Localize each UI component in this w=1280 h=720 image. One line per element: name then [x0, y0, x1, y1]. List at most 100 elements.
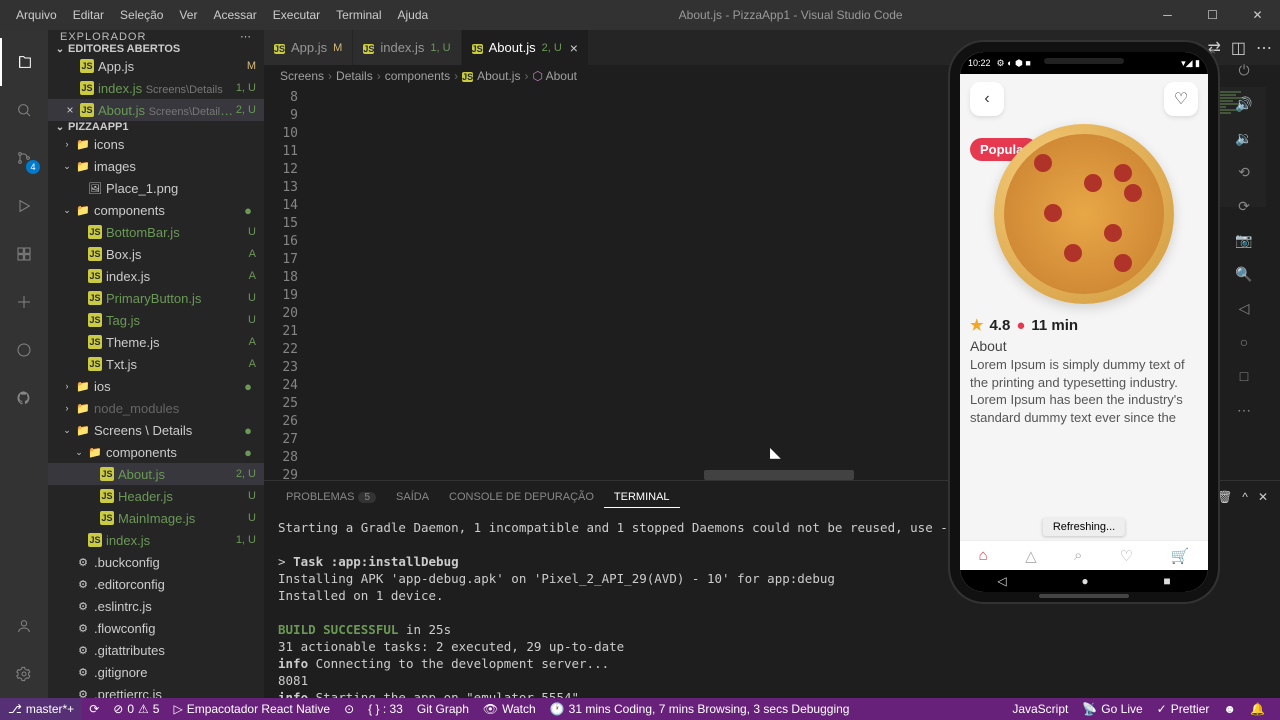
liveshare-icon[interactable] [0, 326, 48, 374]
explorer-icon[interactable] [0, 38, 48, 86]
tab-index.js[interactable]: JSindex.js1, U [353, 30, 461, 65]
rotate-left-icon[interactable]: ⟲ [1234, 162, 1254, 182]
github-icon[interactable] [0, 374, 48, 422]
tab-terminal[interactable]: TERMINAL [604, 487, 680, 508]
tree-item[interactable]: JSMainImage.jsU [48, 507, 264, 529]
language-mode[interactable]: JavaScript [1005, 702, 1075, 716]
favorite-button[interactable]: ♡ [1164, 82, 1198, 116]
target[interactable]: ⊙ [337, 702, 361, 716]
feedback-icon[interactable]: ☻ [1216, 702, 1243, 716]
tree-item[interactable]: ⚙.gitattributes [48, 639, 264, 661]
more-icon[interactable]: ⋯ [1256, 38, 1272, 58]
tree-item[interactable]: JSAbout.js2, U [48, 463, 264, 485]
menu-ajuda[interactable]: Ajuda [390, 8, 437, 22]
tree-item[interactable]: JSHeader.jsU [48, 485, 264, 507]
split-icon[interactable]: ◫ [1231, 38, 1246, 58]
volume-down-icon[interactable]: 🔉 [1234, 128, 1254, 148]
tab-App.js[interactable]: JSApp.jsM [264, 30, 353, 65]
tree-item[interactable]: ›📁icons [48, 133, 264, 155]
menu-editar[interactable]: Editar [65, 8, 112, 22]
nav-heart-icon[interactable]: ♡ [1120, 547, 1133, 565]
go-live[interactable]: 📡 Go Live [1075, 702, 1149, 716]
watch[interactable]: 👁 Watch [476, 702, 543, 716]
tree-item[interactable]: ⚙.editorconfig [48, 573, 264, 595]
nav-search-icon[interactable]: ⌕ [1074, 547, 1082, 564]
tree-item[interactable]: JSBox.jsA [48, 243, 264, 265]
errors-warnings[interactable]: ⊘ 0 ⚠ 5 [106, 702, 166, 716]
tree-item[interactable]: JSTag.jsU [48, 309, 264, 331]
close-panel-icon[interactable]: ✕ [1258, 490, 1268, 504]
tree-item[interactable]: ⌄📁components● [48, 199, 264, 221]
project-section[interactable]: ⌄PIZZAAPP1 [48, 121, 264, 133]
tree-item[interactable]: ⚙.eslintrc.js [48, 595, 264, 617]
bundler-status[interactable]: ▷ Empacotador React Native [166, 702, 337, 716]
back-button[interactable]: ‹ [970, 82, 1004, 116]
tree-item[interactable]: ›📁node_modules [48, 397, 264, 419]
source-control-icon[interactable]: 4 [0, 134, 48, 182]
tree-item[interactable]: JSPrimaryButton.jsU [48, 287, 264, 309]
tree-item[interactable]: ⌄📁Screens \ Details● [48, 419, 264, 441]
android-back[interactable]: ◁ [997, 574, 1006, 588]
tree-item[interactable]: ⚙.gitignore [48, 661, 264, 683]
run-debug-icon[interactable] [0, 182, 48, 230]
horizontal-scrollbar[interactable] [704, 470, 854, 480]
menu-terminal[interactable]: Terminal [328, 8, 389, 22]
tree-item[interactable]: ⚙.prettierrc.js [48, 683, 264, 698]
close-button[interactable]: ✕ [1235, 0, 1280, 30]
remote-icon[interactable] [0, 278, 48, 326]
menu-seleção[interactable]: Seleção [112, 8, 171, 22]
wakatime[interactable]: 🕐 31 mins Coding, 7 mins Browsing, 3 sec… [543, 702, 857, 716]
rotate-right-icon[interactable]: ⟳ [1234, 196, 1254, 216]
volume-up-icon[interactable]: 🔊 [1234, 94, 1254, 114]
tree-item[interactable]: JSindex.js1, U [48, 529, 264, 551]
line-col[interactable]: { } : 33 [361, 702, 410, 716]
android-recent[interactable]: ■ [1163, 574, 1170, 588]
tree-item[interactable]: ⚙.buckconfig [48, 551, 264, 573]
camera-icon[interactable]: 📷 [1234, 230, 1254, 250]
open-editors-section[interactable]: ⌄EDITORES ABERTOS [48, 43, 264, 55]
tab-output[interactable]: SAÍDA [386, 487, 439, 507]
tree-item[interactable]: ⌄📁components● [48, 441, 264, 463]
menu-arquivo[interactable]: Arquivo [8, 8, 65, 22]
nav-home-icon[interactable]: ⌂ [979, 547, 988, 564]
menu-executar[interactable]: Executar [265, 8, 328, 22]
search-icon[interactable] [0, 86, 48, 134]
home-icon[interactable]: ○ [1234, 332, 1254, 352]
tab-About.js[interactable]: JSAbout.js2, U× [462, 30, 589, 65]
bell-icon[interactable]: 🔔 [1243, 702, 1272, 716]
git-branch[interactable]: ⎇ master*+ [0, 698, 82, 720]
overview-icon[interactable]: □ [1234, 366, 1254, 386]
maximize-button[interactable]: ☐ [1190, 0, 1235, 30]
account-icon[interactable] [0, 602, 48, 650]
tree-item[interactable]: JSBottomBar.jsU [48, 221, 264, 243]
kill-terminal-icon[interactable]: 🗑 [1217, 490, 1232, 504]
more-icon[interactable]: ⋯ [240, 30, 252, 43]
tab-problems[interactable]: PROBLEMAS5 [276, 487, 386, 507]
sync-icon[interactable]: ⟳ [82, 702, 106, 716]
open-editor-item[interactable]: ×JSAbout.js Screens\Details\comp...2, U [48, 99, 264, 121]
prettier[interactable]: ✓ Prettier [1150, 702, 1217, 716]
tree-item[interactable]: JSTxt.jsA [48, 353, 264, 375]
nav-cart-icon[interactable]: 🛒 [1171, 547, 1190, 565]
power-icon[interactable]: ⏻ [1234, 60, 1254, 80]
open-editor-item[interactable]: JSindex.js Screens\Details1, U [48, 77, 264, 99]
android-home[interactable]: ● [1081, 574, 1088, 588]
nav-bell-icon[interactable]: △ [1025, 547, 1037, 565]
tree-item[interactable]: ⚙.flowconfig [48, 617, 264, 639]
emulator-more-icon[interactable]: ⋯ [1234, 400, 1254, 420]
tree-item[interactable]: 🖼Place_1.png [48, 177, 264, 199]
open-editor-item[interactable]: JSApp.jsM [48, 55, 264, 77]
tree-item[interactable]: JSTheme.jsA [48, 331, 264, 353]
menu-ver[interactable]: Ver [171, 8, 205, 22]
tree-item[interactable]: ›📁ios● [48, 375, 264, 397]
menu-acessar[interactable]: Acessar [205, 8, 264, 22]
settings-gear-icon[interactable] [0, 650, 48, 698]
tab-debug-console[interactable]: CONSOLE DE DEPURAÇÃO [439, 487, 604, 507]
tree-item[interactable]: JSindex.jsA [48, 265, 264, 287]
git-graph[interactable]: Git Graph [410, 702, 476, 716]
zoom-icon[interactable]: 🔍 [1234, 264, 1254, 284]
back-icon[interactable]: ◁ [1234, 298, 1254, 318]
maximize-panel-icon[interactable]: ^ [1242, 490, 1248, 504]
minimize-button[interactable]: ─ [1145, 0, 1190, 30]
extensions-icon[interactable] [0, 230, 48, 278]
